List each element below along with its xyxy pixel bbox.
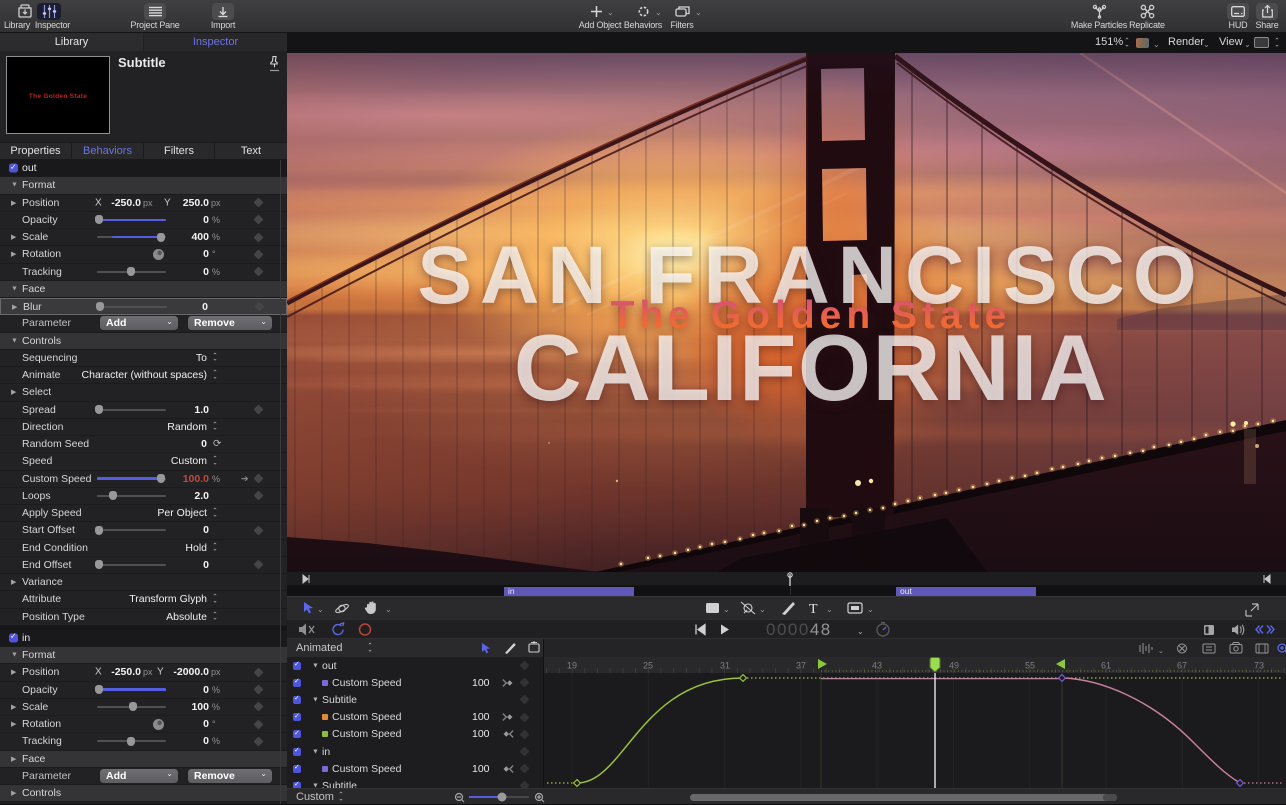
svg-text:⌄: ⌄ xyxy=(723,605,730,614)
svg-text:⌄: ⌄ xyxy=(867,605,874,614)
svg-text:43: 43 xyxy=(872,661,882,671)
svg-text:31: 31 xyxy=(720,661,730,671)
svg-text:⌄: ⌄ xyxy=(317,605,324,614)
svg-text:25: 25 xyxy=(643,661,653,671)
svg-text:73: 73 xyxy=(1254,661,1264,671)
svg-text:⌄: ⌄ xyxy=(385,605,392,614)
svg-text:61: 61 xyxy=(1101,661,1111,671)
svg-text:37: 37 xyxy=(796,661,806,671)
svg-text:⌄: ⌄ xyxy=(857,627,864,636)
svg-text:67: 67 xyxy=(1177,661,1187,671)
svg-text:49: 49 xyxy=(949,661,959,671)
svg-text:⌄: ⌄ xyxy=(759,605,766,614)
svg-text:55: 55 xyxy=(1025,661,1035,671)
svg-text:T: T xyxy=(809,602,818,617)
svg-text:19: 19 xyxy=(567,661,577,671)
svg-text:⌄: ⌄ xyxy=(826,605,833,614)
svg-text:⌄: ⌄ xyxy=(1158,648,1164,655)
